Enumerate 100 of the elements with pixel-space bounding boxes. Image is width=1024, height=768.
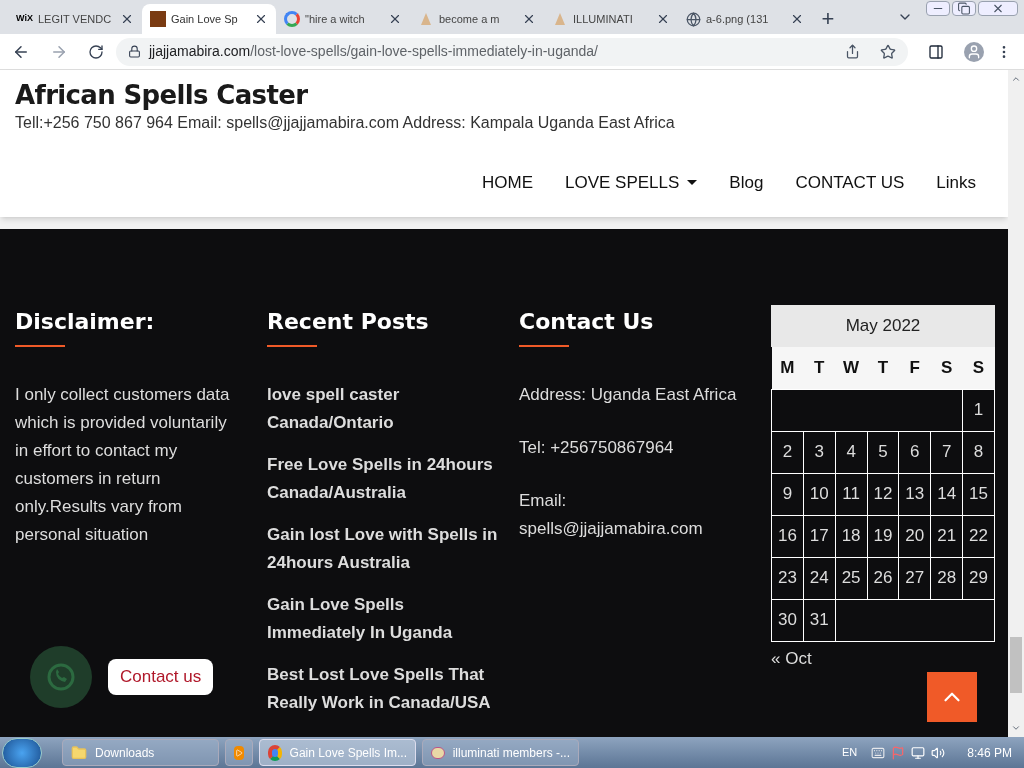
calendar-day: 17 bbox=[803, 515, 836, 557]
taskbar-label: Downloads bbox=[95, 744, 155, 762]
lock-icon bbox=[128, 45, 141, 58]
bookmark-star-icon[interactable] bbox=[880, 43, 896, 60]
weekday-label: F bbox=[898, 347, 931, 389]
tab-title: ILLUMINATI bbox=[573, 11, 634, 27]
browser-tab[interactable]: ILLUMINATI bbox=[544, 4, 678, 34]
calendar-day: 1 bbox=[962, 389, 995, 431]
google-logo-icon bbox=[284, 11, 300, 27]
media-player-icon bbox=[234, 745, 244, 760]
weekday-label: S bbox=[962, 347, 995, 389]
nav-link[interactable]: Links bbox=[936, 170, 976, 196]
scroll-up-icon[interactable] bbox=[1011, 74, 1021, 84]
action-center-icon bbox=[891, 745, 906, 760]
chrome-icon bbox=[268, 744, 282, 761]
browser-tab[interactable]: a-6.png (131 bbox=[678, 4, 812, 34]
tab-title: LEGIT VENDC bbox=[37, 11, 113, 27]
calendar-day: 21 bbox=[930, 515, 963, 557]
new-tab-button[interactable]: + bbox=[812, 4, 844, 34]
calendar-day: 7 bbox=[930, 431, 963, 473]
calendar-day: 24 bbox=[803, 557, 836, 599]
section-heading: Contact Us bbox=[519, 309, 655, 335]
folder-icon bbox=[71, 744, 87, 761]
section-heading: Recent Posts bbox=[267, 309, 430, 335]
calendar-day: 30 bbox=[771, 599, 804, 641]
url-text: jjajjamabira.com/lost-love-spells/gain-love-spells-immediately-in-uganda/ bbox=[149, 42, 599, 61]
calendar-day: 16 bbox=[771, 515, 804, 557]
tab-title: "hire a witch bbox=[305, 11, 366, 27]
calendar-day: 29 bbox=[962, 557, 995, 599]
calendar-day: 26 bbox=[867, 557, 899, 599]
address-field[interactable]: jjajjamabira.com/lost-love-spells/gain-love-spells-immediately-in-uganda/ bbox=[116, 37, 908, 66]
clock: 8:46 PM bbox=[967, 744, 1012, 762]
volume-icon bbox=[931, 745, 946, 760]
restore-icon[interactable] bbox=[952, 1, 976, 16]
browser-tab[interactable]: become a m bbox=[410, 4, 544, 34]
tab-title: become a m bbox=[439, 11, 501, 27]
calendar-day: 10 bbox=[803, 473, 836, 515]
calendar-day: 25 bbox=[835, 557, 868, 599]
keyboard-icon bbox=[871, 745, 886, 760]
tab-title: Gain Love Sp bbox=[171, 11, 239, 27]
taskbar-label: Gain Love Spells Im... bbox=[289, 744, 407, 762]
tab-title: a-6.png (131 bbox=[706, 11, 770, 27]
browser-tab[interactable]: WiX LEGIT VENDC bbox=[8, 4, 142, 34]
contact-text: Tel: +256750867964 bbox=[519, 437, 675, 459]
reload-icon[interactable] bbox=[88, 43, 104, 60]
close-icon[interactable] bbox=[656, 12, 670, 26]
section-heading: Disclaimer: bbox=[15, 309, 156, 335]
scroll-thumb[interactable] bbox=[1010, 637, 1022, 693]
calendar-day: 12 bbox=[867, 473, 899, 515]
close-icon[interactable] bbox=[522, 12, 536, 26]
side-panel-icon[interactable] bbox=[928, 43, 944, 60]
calendar-day: 18 bbox=[835, 515, 868, 557]
close-icon[interactable] bbox=[790, 12, 804, 26]
calendar-day: 13 bbox=[898, 473, 931, 515]
post-link[interactable]: Best Lost Love Spells That Really Work in Canada/USA bbox=[267, 661, 503, 717]
network-icon bbox=[911, 745, 926, 760]
calendar-day: 19 bbox=[867, 515, 899, 557]
browser-tab[interactable]: "hire a witch bbox=[276, 4, 410, 34]
nav-link[interactable]: CONTACT US bbox=[795, 170, 905, 196]
nav-link[interactable]: HOME bbox=[482, 170, 533, 196]
taskbar-label: illuminati members -... bbox=[452, 744, 570, 762]
contact-text: Address: Uganda East Africa bbox=[519, 384, 738, 406]
close-icon[interactable] bbox=[978, 1, 1018, 16]
calendar-caption: May 2022 bbox=[771, 305, 995, 347]
scroll-down-icon[interactable] bbox=[1011, 723, 1021, 733]
weekday-label: T bbox=[867, 347, 899, 389]
contact-line: Tell:+256 750 867 964 Email: spells@jjajjamabira.com Address: Kampala Uganda East Africa bbox=[15, 113, 676, 133]
profile-icon[interactable] bbox=[964, 41, 984, 62]
calendar-day: 28 bbox=[930, 557, 963, 599]
contact-text: Email: spells@jjajjamabira.com bbox=[519, 490, 704, 540]
site-title: African Spells Caster bbox=[15, 79, 309, 112]
minimize-icon[interactable] bbox=[926, 1, 950, 16]
share-icon[interactable] bbox=[845, 44, 860, 59]
calendar-day: 14 bbox=[930, 473, 963, 515]
weekday-label: M bbox=[771, 347, 804, 389]
weekday-label: W bbox=[835, 347, 868, 389]
calendar-day: 15 bbox=[962, 473, 995, 515]
previous-month-link[interactable]: « Oct bbox=[771, 645, 995, 671]
calendar-day: 27 bbox=[898, 557, 931, 599]
close-icon[interactable] bbox=[120, 12, 134, 26]
browser-tab[interactable]: Gain Love Sp bbox=[142, 4, 276, 34]
start-button[interactable] bbox=[2, 737, 42, 768]
calendar-day: 8 bbox=[962, 431, 995, 473]
post-link[interactable]: love spell caster Canada/Ontario bbox=[267, 381, 503, 437]
calendar-day: 6 bbox=[898, 431, 931, 473]
thumbnail-icon bbox=[150, 11, 166, 27]
calendar-day: 20 bbox=[898, 515, 931, 557]
weekday-label: S bbox=[930, 347, 963, 389]
calendar-day: 11 bbox=[835, 473, 868, 515]
logo-text: WiX bbox=[16, 12, 33, 26]
close-icon[interactable] bbox=[388, 12, 402, 26]
nav-link[interactable]: Blog bbox=[729, 170, 764, 196]
post-link[interactable]: Free Love Spells in 24hours Canada/Australia bbox=[267, 451, 503, 507]
globe-icon bbox=[686, 11, 701, 27]
close-icon[interactable] bbox=[254, 12, 268, 26]
phone-bubble-icon bbox=[45, 661, 77, 693]
nav-link[interactable]: LOVE SPELLS bbox=[565, 170, 698, 196]
contact-us-bubble[interactable]: Contact us bbox=[108, 659, 214, 695]
post-link[interactable]: Gain Love Spells Immediately In Uganda bbox=[267, 591, 503, 647]
post-link[interactable]: Gain lost Love with Spells in 24hours Australia bbox=[267, 521, 503, 577]
